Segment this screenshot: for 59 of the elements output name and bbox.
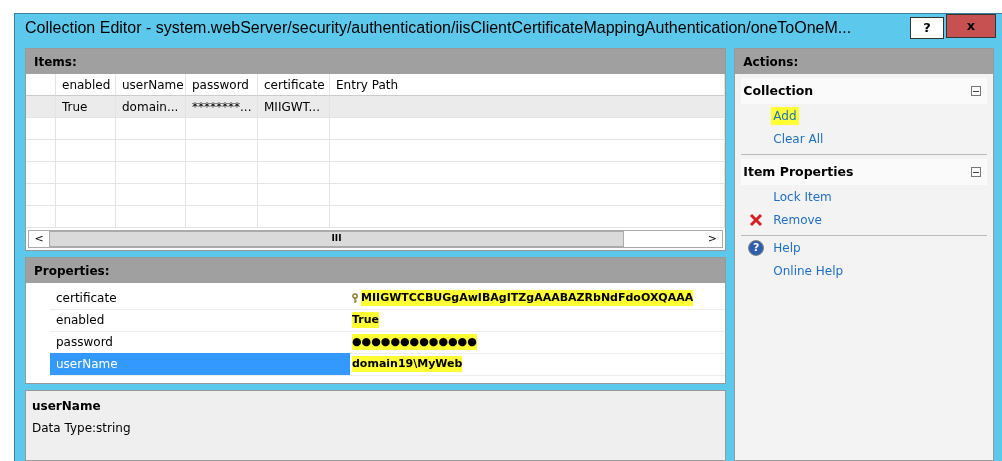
table-cell: MIIGWT... xyxy=(258,96,330,118)
table-cell xyxy=(186,206,258,228)
description-title: userName xyxy=(32,398,102,415)
property-name[interactable]: enabled xyxy=(50,309,350,332)
property-value[interactable]: domain19\MyWeb xyxy=(352,355,463,373)
table-cell xyxy=(116,118,186,140)
items-header: Items: xyxy=(26,49,726,74)
property-value[interactable]: ●●●●●●●●●●●●● xyxy=(352,333,477,351)
table-cell xyxy=(186,184,258,206)
table-cell xyxy=(56,140,116,162)
table-cell xyxy=(258,162,330,184)
table-cell xyxy=(116,162,186,184)
section-title: Collection xyxy=(743,81,814,100)
key-icon xyxy=(352,293,358,303)
table-cell: domain... xyxy=(116,96,186,118)
action-link[interactable]: Add xyxy=(771,106,799,125)
collapse-icon[interactable] xyxy=(971,167,981,177)
property-name[interactable]: certificate xyxy=(50,287,350,310)
table-cell xyxy=(258,184,330,206)
table-cell xyxy=(258,140,330,162)
property-value[interactable]: MIIGWTCCBUGgAwIBAgITZgAAABAZRbNdFdoOXQAAA xyxy=(361,289,694,307)
table-cell xyxy=(258,118,330,140)
action-link[interactable]: Online Help xyxy=(771,261,846,280)
table-cell xyxy=(116,206,186,228)
row-header xyxy=(26,206,56,228)
cross-icon xyxy=(749,212,764,227)
actions-header: Actions: xyxy=(735,49,993,74)
table-cell xyxy=(56,162,116,184)
help-icon: ? xyxy=(748,239,765,256)
action-link[interactable]: Remove xyxy=(771,210,824,229)
action-link[interactable]: Help xyxy=(771,238,803,257)
table-cell xyxy=(186,162,258,184)
table-cell xyxy=(186,118,258,140)
table-cell xyxy=(116,184,186,206)
table-cell: ********... xyxy=(186,96,258,118)
action-link[interactable]: Clear All xyxy=(771,129,826,148)
row-header xyxy=(26,184,56,206)
action-link[interactable]: Lock Item xyxy=(771,187,834,206)
horizontal-scrollbar[interactable]: < III > xyxy=(28,230,724,248)
table-cell xyxy=(56,206,116,228)
table-cell xyxy=(258,206,330,228)
description-text: Data Type:string xyxy=(32,420,132,437)
table-cell xyxy=(116,140,186,162)
table-cell: True xyxy=(56,96,116,118)
table-cell xyxy=(56,184,116,206)
close-button[interactable]: x xyxy=(946,14,996,38)
row-header xyxy=(26,96,56,118)
table-cell xyxy=(56,118,116,140)
scrollbar-thumb[interactable]: III xyxy=(49,231,624,247)
row-header xyxy=(26,162,56,184)
help-button[interactable]: ? xyxy=(910,17,944,39)
table-cell xyxy=(186,140,258,162)
property-value[interactable]: True xyxy=(352,311,379,329)
properties-header: Properties: xyxy=(26,258,726,283)
window-title: Collection Editor - system.webServer/security/authentication/iisClientCertificateMappingAuthentication/oneToOneM... xyxy=(25,18,853,38)
row-header xyxy=(26,140,56,162)
collapse-icon[interactable] xyxy=(971,86,981,96)
row-header xyxy=(26,118,56,140)
section-title: Item Properties xyxy=(743,162,854,181)
